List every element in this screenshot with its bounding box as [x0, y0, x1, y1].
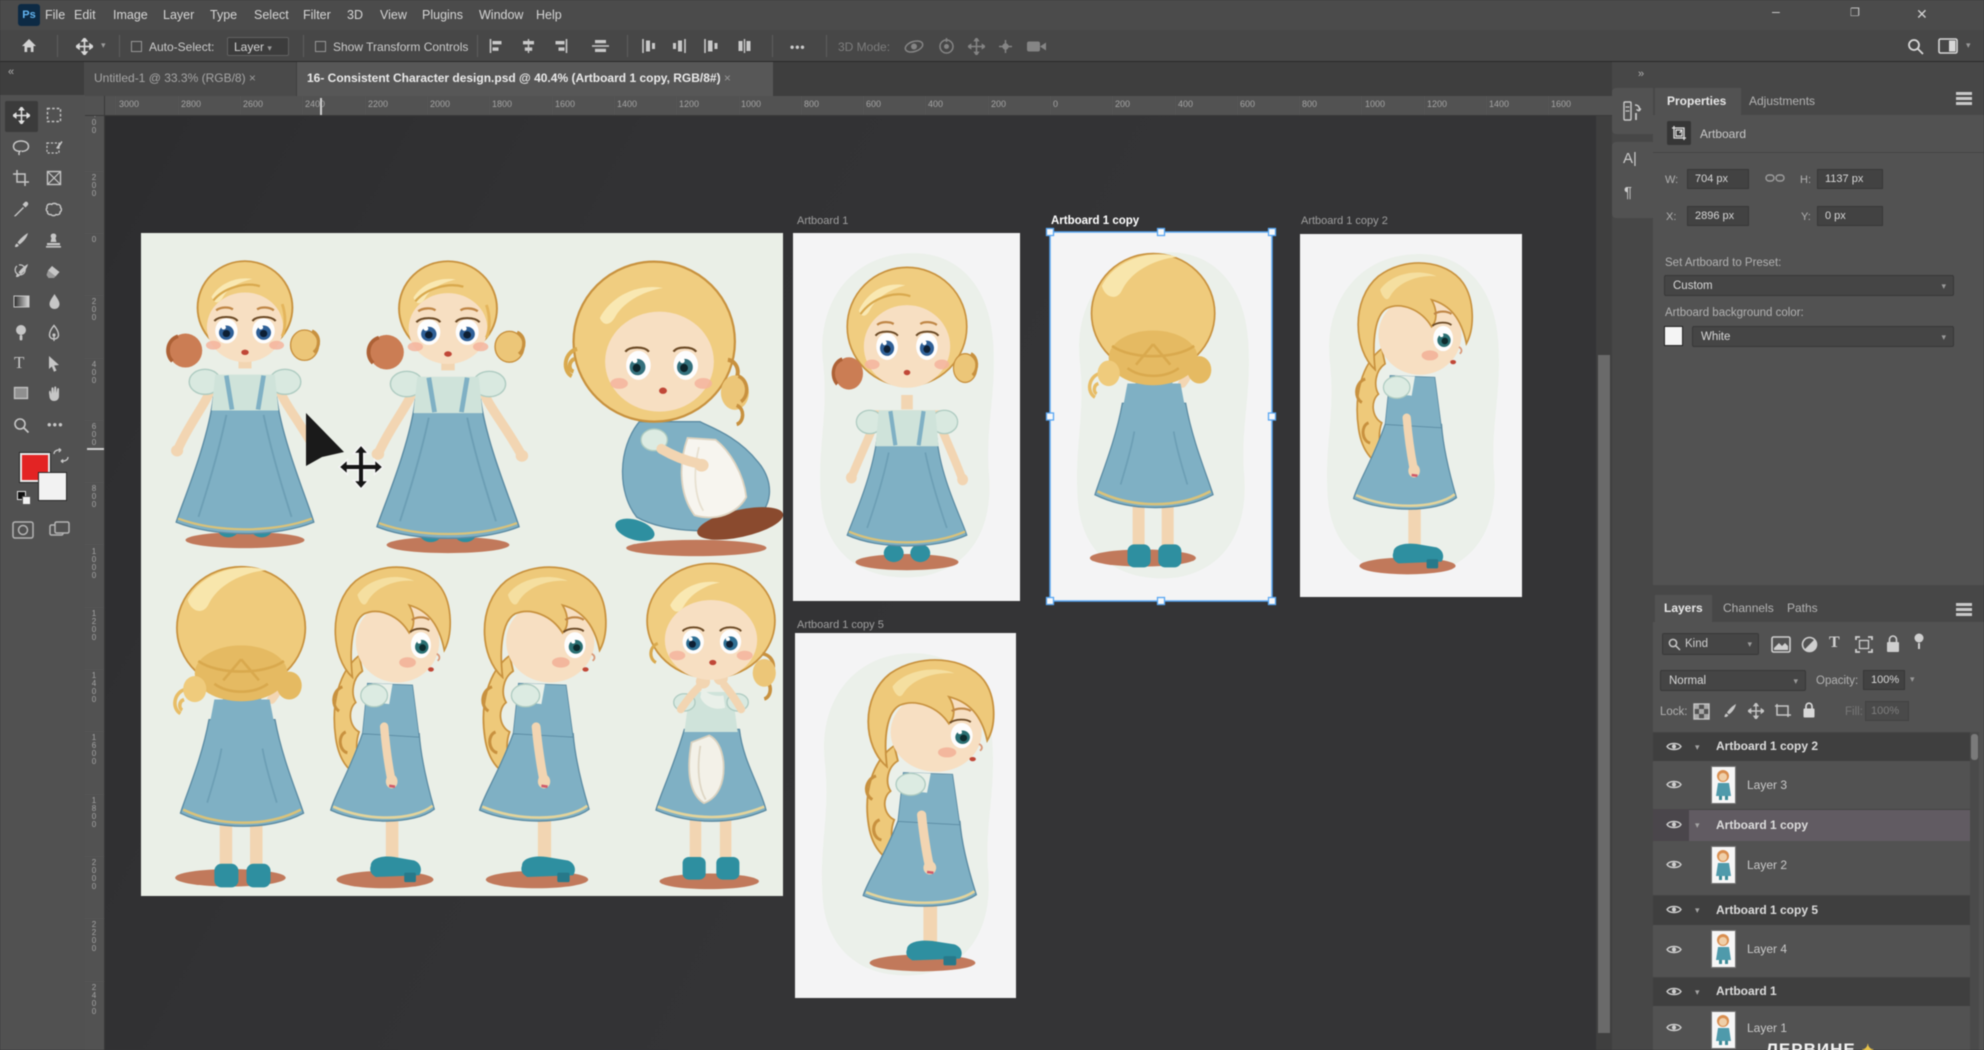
svg-text:Artboard 1 copy 5: Artboard 1 copy 5: [797, 619, 884, 631]
svg-text:Artboard 1 copy 2: Artboard 1 copy 2: [1301, 215, 1388, 227]
svg-text:Artboard 1: Artboard 1: [797, 215, 848, 227]
svg-text:Artboard 1 copy: Artboard 1 copy: [1051, 215, 1140, 227]
